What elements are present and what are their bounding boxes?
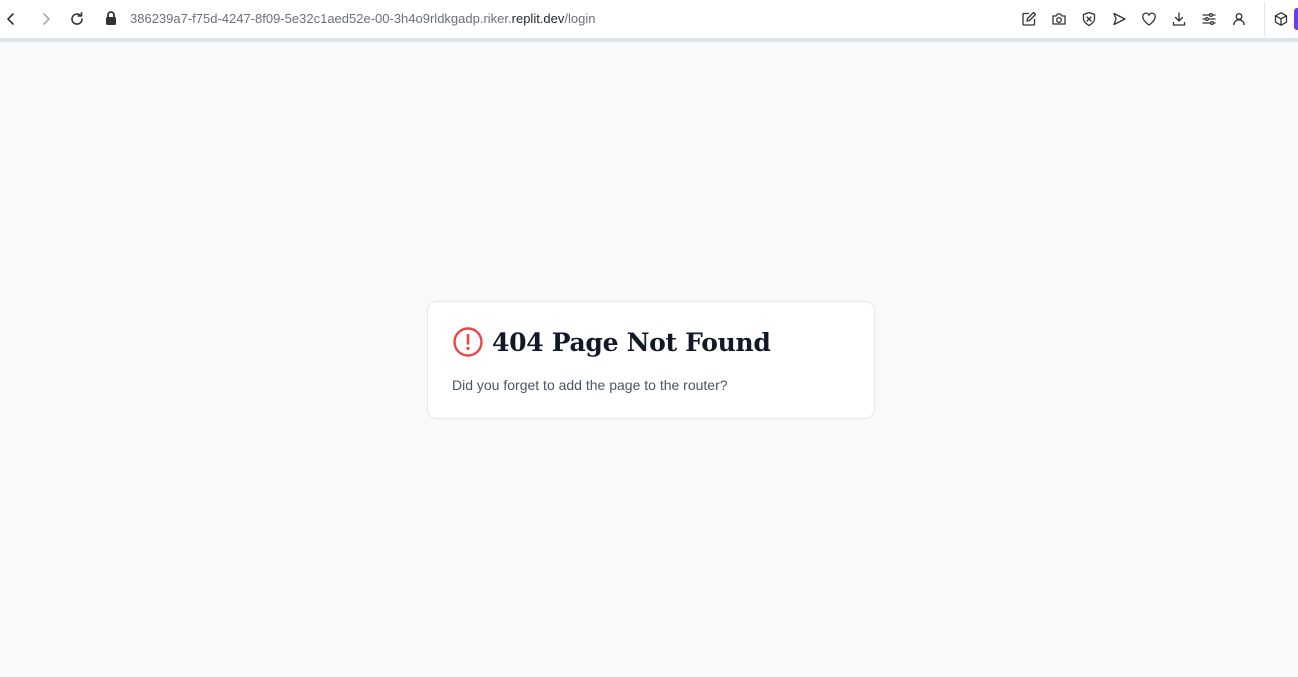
- url-prefix: 386239a7-f75d-4247-8f09-5e32c1aed52e-00-…: [130, 11, 512, 26]
- error-message: Did you forget to add the page to the ro…: [452, 377, 728, 393]
- browser-toolbar: 386239a7-f75d-4247-8f09-5e32c1aed52e-00-…: [0, 0, 1298, 38]
- lock-icon: [106, 11, 116, 25]
- shield-button[interactable]: [1080, 10, 1098, 28]
- address-bar[interactable]: 386239a7-f75d-4247-8f09-5e32c1aed52e-00-…: [130, 11, 595, 26]
- extension-button[interactable]: [1272, 10, 1290, 28]
- profile-button[interactable]: [1230, 10, 1248, 28]
- sliders-icon: [1202, 12, 1216, 26]
- error-card-header: 404 Page Not Found: [452, 326, 771, 358]
- send-icon: [1113, 12, 1126, 26]
- download-icon: [1172, 12, 1186, 26]
- menu-button[interactable]: [1200, 10, 1218, 28]
- edit-button[interactable]: [1020, 10, 1038, 28]
- reload-icon: [71, 12, 83, 25]
- error-card: 404 Page Not Found Did you forget to add…: [427, 301, 875, 419]
- shield-icon: [1082, 11, 1096, 27]
- downloads-button[interactable]: [1170, 10, 1188, 28]
- forward-button[interactable]: [35, 8, 57, 30]
- user-icon: [1233, 13, 1245, 26]
- back-button[interactable]: [0, 8, 22, 30]
- alert-circle-icon: [453, 327, 483, 357]
- reload-button[interactable]: [66, 8, 88, 30]
- screenshot-button[interactable]: [1050, 10, 1068, 28]
- url-host: replit.dev: [511, 11, 565, 26]
- error-title: 404 Page Not Found: [492, 327, 771, 357]
- url-path: /login: [564, 11, 596, 26]
- heart-icon: [1142, 12, 1156, 26]
- camera-icon: [1052, 13, 1066, 25]
- edit-icon: [1022, 11, 1037, 26]
- chevron-right-icon: [43, 13, 50, 25]
- sidebar-accent: [1294, 8, 1298, 30]
- favorites-button[interactable]: [1140, 10, 1158, 28]
- toolbar-divider: [0, 38, 1298, 42]
- send-button[interactable]: [1110, 10, 1128, 28]
- chevron-left-icon: [7, 13, 14, 25]
- cube-icon: [1274, 12, 1288, 26]
